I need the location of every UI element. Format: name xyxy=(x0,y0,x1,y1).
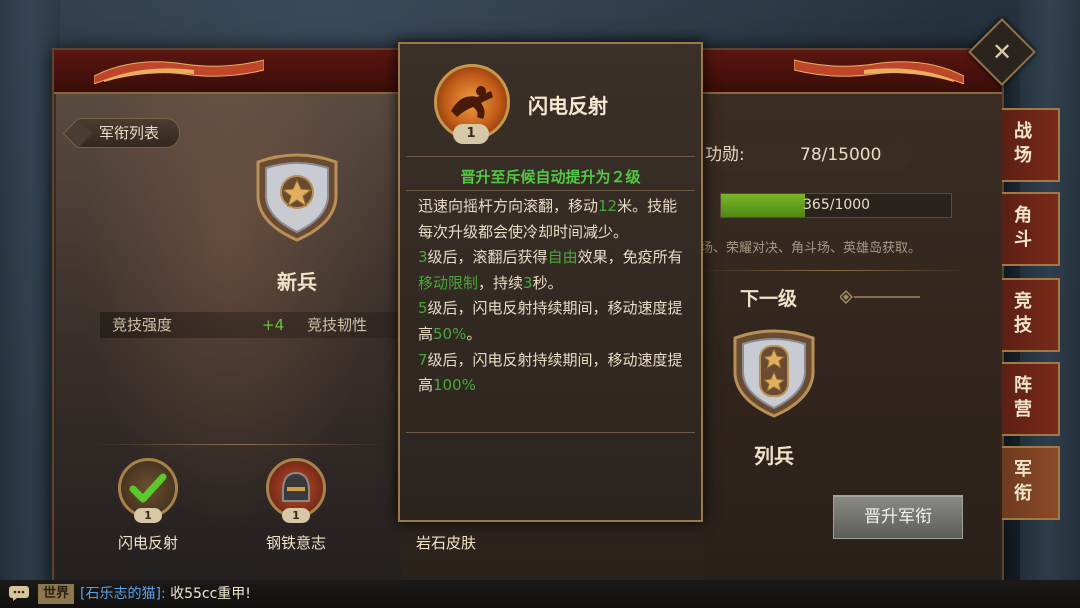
desc-text: ，持续 xyxy=(478,273,524,292)
divider xyxy=(406,156,695,157)
skill-name: 闪电反射 xyxy=(117,534,178,552)
desc-highlight: 100% xyxy=(433,376,476,395)
diamond-decoration-icon xyxy=(840,290,920,304)
skill-name: 钢铁意志 xyxy=(265,534,326,552)
tab-battlefield[interactable]: 战场 xyxy=(1002,108,1060,182)
chat-username[interactable]: [石乐志的猫]: xyxy=(80,586,166,602)
desc-paragraph: 3级后，滚翻后获得自由效果，免疫所有移动限制，持续3秒。 xyxy=(418,245,688,296)
merit-source-text: 场、荣耀对决、角斗场、英雄岛获取。 xyxy=(700,241,922,256)
skill-iron-will[interactable]: 1 钢铁意志 xyxy=(236,458,356,558)
desc-highlight: 移动限制 xyxy=(418,273,479,292)
desc-highlight: 5 xyxy=(418,299,428,318)
tab-char: 场 xyxy=(1014,145,1032,166)
tab-char: 角 xyxy=(1014,205,1032,226)
rank-list-button[interactable]: 军衔列表 xyxy=(78,118,180,148)
background-pillar xyxy=(0,0,60,608)
desc-text: 级后，滚翻后获得 xyxy=(427,248,548,267)
tab-arena[interactable]: 角斗 xyxy=(1002,192,1060,266)
close-icon: ✕ xyxy=(991,38,1013,66)
chat-channel-badge: 世界 xyxy=(38,584,74,604)
current-rank-name: 新兵 xyxy=(277,270,317,294)
stat-bar: 竞技强度 +4 竞技韧性 xyxy=(100,312,400,338)
tab-competition[interactable]: 竞技 xyxy=(1002,278,1060,352)
desc-highlight: 3 xyxy=(418,248,428,267)
tooltip-level-badge: 1 xyxy=(453,124,489,144)
next-level-title: 下一级 xyxy=(740,288,798,310)
chat-message-line[interactable]: [石乐志的猫]: 收55cc重甲! xyxy=(80,584,251,604)
skill-tooltip: 1 闪电反射 晋升至斥候自动提升为２级 迅速向摇杆方向滚翻，移动12米。技能每次… xyxy=(398,42,703,522)
chat-bubble-icon[interactable] xyxy=(8,585,30,602)
tab-char: 营 xyxy=(1014,399,1032,420)
tooltip-promo-text: 晋升至斥候自动提升为２级 xyxy=(460,168,641,186)
wing-ornament-icon xyxy=(94,59,264,84)
progress-bar: 365/1000 xyxy=(720,193,952,218)
desc-text: 。 xyxy=(466,324,482,343)
progress-fill xyxy=(721,194,805,217)
stat-label-strength: 竞技强度 xyxy=(112,316,173,334)
promote-rank-button[interactable]: 晋升军衔 xyxy=(833,495,963,539)
desc-text: 效果，免疫所有 xyxy=(577,248,683,267)
merit-display: 功勋: 78/15000 xyxy=(690,140,912,170)
desc-paragraph: 7级后，闪电反射持续期间，移动速度提高100% xyxy=(418,348,688,399)
tab-faction[interactable]: 阵营 xyxy=(1002,362,1060,436)
desc-highlight: 12 xyxy=(598,197,618,215)
rank-shield-icon xyxy=(256,153,338,242)
tab-char: 军 xyxy=(1014,459,1032,480)
skill-level-badge: 1 xyxy=(134,508,162,523)
desc-text: 迅速向摇杆方向滚翻，移动 xyxy=(418,197,599,215)
tab-char: 衔 xyxy=(1014,483,1032,504)
tab-char: 竞 xyxy=(1014,291,1032,312)
tab-char: 战 xyxy=(1014,121,1032,142)
stat-value-strength: +4 xyxy=(262,316,285,334)
skill-level-badge: 1 xyxy=(282,508,310,523)
progress-text: 365/1000 xyxy=(803,197,871,213)
tooltip-title: 闪电反射 xyxy=(528,94,608,118)
next-rank-name: 列兵 xyxy=(754,444,794,468)
skill-name: 岩石皮肤 xyxy=(415,534,476,552)
skill-lightning-reflex[interactable]: 1 闪电反射 xyxy=(88,458,208,558)
desc-text: 秒。 xyxy=(532,273,563,292)
merit-label: 功勋: xyxy=(705,145,745,165)
tab-char: 技 xyxy=(1014,315,1032,336)
tab-char: 阵 xyxy=(1014,375,1032,396)
rank-list-label: 军衔列表 xyxy=(98,124,159,142)
wing-ornament-icon xyxy=(794,59,964,84)
divider xyxy=(406,190,695,191)
tab-military-rank[interactable]: 军衔 xyxy=(1002,446,1060,520)
divider xyxy=(700,270,970,271)
desc-highlight: 3 xyxy=(523,273,533,292)
desc-highlight: 自由 xyxy=(547,248,578,267)
desc-highlight: 50% xyxy=(433,324,467,343)
tab-char: 斗 xyxy=(1014,229,1032,250)
tooltip-description: 迅速向摇杆方向滚翻，移动12米。技能每次升级都会使冷却时间减少。 3级后，滚翻后… xyxy=(418,194,688,399)
desc-paragraph: 迅速向摇杆方向滚翻，移动12米。技能每次升级都会使冷却时间减少。 xyxy=(418,194,688,245)
merit-value: 78/15000 xyxy=(800,145,882,165)
stat-label-toughness: 竞技韧性 xyxy=(307,316,368,334)
desc-highlight: 7 xyxy=(418,350,428,369)
chat-message: 收55cc重甲! xyxy=(170,586,251,602)
desc-paragraph: 5级后，闪电反射持续期间，移动速度提高50%。 xyxy=(418,296,688,347)
next-rank-shield-icon xyxy=(733,329,815,418)
divider xyxy=(90,444,390,445)
divider xyxy=(406,432,695,433)
